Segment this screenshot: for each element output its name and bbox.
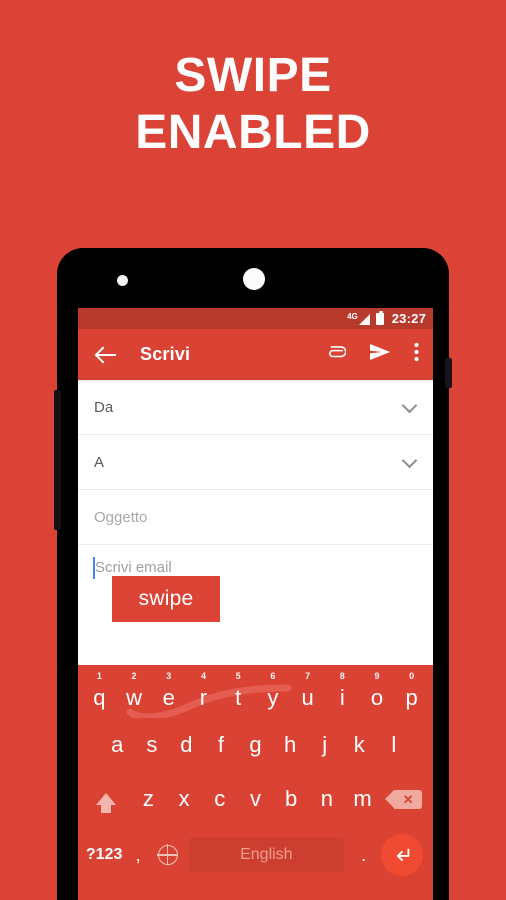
key-k[interactable]: k [342,718,377,772]
send-icon[interactable] [368,340,392,369]
key-f[interactable]: f [204,718,239,772]
key-p[interactable]: 0p [394,668,429,718]
key-h[interactable]: h [273,718,308,772]
overflow-menu-icon[interactable] [414,342,419,367]
volume-rocker-button[interactable] [54,390,61,530]
key-o[interactable]: 9o [360,668,395,718]
key-number-label: 7 [305,671,311,681]
field-to[interactable]: A [78,435,433,490]
key-w[interactable]: 2w [117,668,152,718]
key-number-label: 5 [235,671,241,681]
key-letter-label: y [267,685,279,710]
backspace-key[interactable]: ✕ [380,772,429,826]
key-c[interactable]: c [202,772,238,826]
key-number-label: 2 [131,671,137,681]
enter-key[interactable] [378,826,428,884]
speaker-dot-icon [243,268,265,290]
key-v[interactable]: v [238,772,274,826]
key-j[interactable]: j [307,718,342,772]
shift-icon [96,793,117,813]
key-i[interactable]: 8i [325,668,360,718]
key-x[interactable]: x [166,772,202,826]
field-subject-placeholder: Oggetto [94,508,148,526]
back-arrow-icon[interactable] [96,344,118,366]
enter-icon [381,834,424,876]
key-d[interactable]: d [169,718,204,772]
camera-dot-icon [117,275,128,286]
key-number-label: 4 [200,671,206,681]
field-from[interactable]: Da [78,380,433,435]
backspace-glyph: ✕ [402,791,414,807]
battery-icon [375,310,384,325]
key-b[interactable]: b [273,772,309,826]
app-toolbar: Scrivi [78,329,433,380]
key-number-label: 0 [409,671,415,681]
key-letter-label: u [301,685,314,710]
key-n[interactable]: n [309,772,345,826]
power-button[interactable] [445,358,452,388]
keyboard-row-1: 1q2w3e4r5t6y7u8i9o0p [78,668,433,718]
key-m[interactable]: m [345,772,381,826]
comma-key[interactable]: , [124,826,152,884]
key-number-label: 6 [270,671,276,681]
key-e[interactable]: 3e [151,668,186,718]
keyboard-row-4: ?123 , English . [78,826,433,884]
key-letter-label: w [126,685,142,710]
key-letter-label: e [162,685,175,710]
key-a[interactable]: a [100,718,135,772]
key-number-label: 3 [166,671,172,681]
key-q[interactable]: 1q [82,668,117,718]
field-from-label: Da [94,398,114,416]
keyboard-row-2: asdfghjkl [78,718,433,772]
key-g[interactable]: g [238,718,273,772]
key-y[interactable]: 6y [256,668,291,718]
keyboard-row-3: zxcvbnm ✕ [78,772,433,826]
globe-icon [156,844,178,865]
key-number-label: 9 [374,671,380,681]
field-subject[interactable]: Oggetto [78,490,433,545]
network-type-label: 4G [347,311,358,321]
swipe-tooltip: swipe [112,576,220,622]
key-letter-label: o [370,685,384,710]
key-letter-label: q [93,685,106,710]
key-letter-label: t [235,685,242,710]
key-z[interactable]: z [131,772,167,826]
email-body-area[interactable]: Scrivi email swipe [78,545,433,655]
key-u[interactable]: 7u [290,668,325,718]
key-letter-label: r [199,685,208,710]
key-number-label: 1 [96,671,102,681]
key-l[interactable]: l [377,718,412,772]
promo-line-2: ENABLED [135,105,371,159]
key-t[interactable]: 5t [221,668,256,718]
promo-headline: SWIPE ENABLED [0,48,506,161]
key-letter-label: p [405,685,418,710]
key-letter-label: i [339,685,345,710]
chevron-down-icon[interactable] [401,397,418,414]
promo-line-1: SWIPE [174,49,332,102]
phone-screen: 4G 23:27 Scrivi Da A Oggetto Scrivi emai… [78,308,433,900]
period-key[interactable]: . [350,826,378,884]
key-number-label: 8 [339,671,345,681]
status-bar-time: 23:27 [391,311,426,326]
symbols-key[interactable]: ?123 [84,826,124,884]
status-bar: 4G 23:27 [78,308,433,329]
shift-key[interactable] [82,772,131,826]
key-r[interactable]: 4r [186,668,221,718]
space-key[interactable]: English [189,838,344,872]
text-caret [93,557,95,579]
field-to-label: A [94,453,105,471]
paperclip-icon[interactable] [324,341,347,368]
page-title: Scrivi [140,344,191,364]
email-body-placeholder: Scrivi email [95,559,172,576]
signal-bars-icon: 4G [347,311,370,325]
language-switch-key[interactable] [152,826,183,884]
on-screen-keyboard: 1q2w3e4r5t6y7u8i9o0p asdfghjkl zxcvbnm ✕… [78,665,433,900]
backspace-icon: ✕ [385,789,423,809]
key-s[interactable]: s [135,718,170,772]
chevron-down-icon[interactable] [401,452,418,469]
